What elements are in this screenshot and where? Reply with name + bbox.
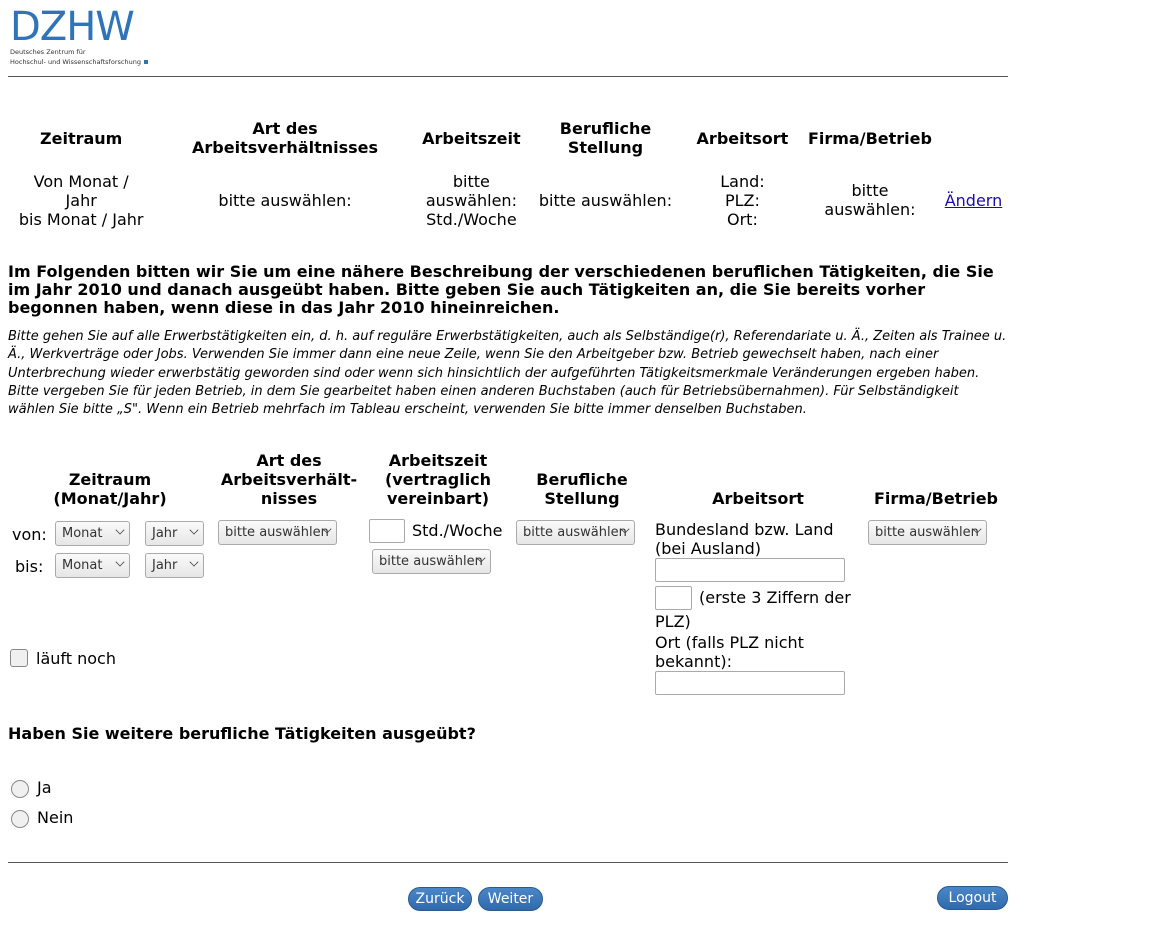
back-button[interactable]: Zurück <box>408 887 472 911</box>
intro-text: Im Folgenden bitten wir Sie um eine nähe… <box>8 262 994 317</box>
summary-head-firma: Firma/Betrieb <box>807 128 932 148</box>
summary-row: Von Monat / Jahr bis Monat / Jahr bitte … <box>8 158 1008 234</box>
hint-paragraph-2: Bitte vergeben Sie für jeden Betrieb, in… <box>8 383 959 418</box>
radio-ja[interactable] <box>11 780 29 798</box>
bis-jahr-select[interactable]: Jahr <box>145 553 204 578</box>
logo-wordmark: DZHW <box>10 4 135 50</box>
summary-head-arbeitsort: Arbeitsort <box>696 128 789 148</box>
radio-nein-label: Nein <box>37 808 74 827</box>
laeuft-noch-checkbox[interactable] <box>10 649 28 667</box>
plz-label-1: (erste 3 Ziffern der <box>699 588 851 607</box>
summary-cell-arbeitsort: Land: PLZ: Ort: <box>720 171 765 229</box>
summary-head-zeitraum: Zeitraum <box>40 128 123 148</box>
logo-subtitle-2: Hochschul- und Wissenschaftsforschung <box>10 58 150 66</box>
summary-cell-firma: bitte auswählen: <box>824 181 916 219</box>
logout-button[interactable]: Logout <box>937 886 1008 910</box>
radio-ja-label: Ja <box>37 778 52 797</box>
summary-cell-stellung: bitte auswählen: <box>538 190 673 210</box>
bundesland-label: Bundesland bzw. Land (bei Ausland) <box>655 520 834 558</box>
plz-input[interactable] <box>655 586 692 610</box>
summary-header-row: Zeitraum Art des Arbeitsverhältnisses Ar… <box>8 118 1008 158</box>
summary-cell-art: bitte auswählen: <box>218 190 352 210</box>
entry-head-arbeitsort: Arbeitsort <box>712 489 804 508</box>
chevron-down-icon <box>189 525 199 535</box>
ort-label: Ort (falls PLZ nicht bekannt): <box>655 633 804 671</box>
entry-head-firma: Firma/Betrieb <box>874 489 998 508</box>
entry-head-stellung: Berufliche Stellung <box>536 470 628 508</box>
summary-head-art: Art des Arbeitsverhältnisses <box>192 119 379 157</box>
laeuft-noch-label: läuft noch <box>36 649 116 668</box>
summary-head-arbeitszeit: Arbeitszeit <box>422 128 521 148</box>
bundesland-input[interactable] <box>655 558 845 582</box>
footer-divider <box>8 862 1008 863</box>
header-divider <box>8 76 1008 77</box>
hint-text: Bitte gehen Sie auf alle Erwerbstätigkei… <box>8 328 1008 419</box>
summary-head-empty <box>939 118 1008 158</box>
von-jahr-select[interactable]: Jahr <box>145 521 204 546</box>
entry-head-zeitraum: Zeitraum (Monat/Jahr) <box>53 470 167 508</box>
von-label: von: <box>12 525 47 544</box>
art-select[interactable]: bitte auswählen <box>218 520 337 545</box>
entry-head-arbeitszeit: Arbeitszeit (vertraglich vereinbart) <box>384 451 492 508</box>
radio-nein[interactable] <box>11 810 29 828</box>
summary-cell-change: Ändern <box>939 158 1008 234</box>
std-woche-input[interactable] <box>369 519 405 543</box>
plz-label-2: PLZ) <box>655 612 691 631</box>
entry-head-art: Art des Arbeitsverhält- nisses <box>220 451 358 508</box>
change-link[interactable]: Ändern <box>945 191 1003 210</box>
ort-input[interactable] <box>655 671 845 695</box>
hint-paragraph-1: Bitte gehen Sie auf alle Erwerbstätigkei… <box>8 329 1007 381</box>
von-monat-select[interactable]: Monat <box>55 521 130 546</box>
chevron-down-icon <box>189 557 199 567</box>
arbeitszeit-select[interactable]: bitte auswählen <box>372 549 491 574</box>
summary-cell-arbeitszeit: bitte auswählen: Std./Woche <box>425 171 517 229</box>
chevron-down-icon <box>115 525 125 535</box>
chevron-down-icon <box>115 557 125 567</box>
summary-table: Zeitraum Art des Arbeitsverhältnisses Ar… <box>8 118 1008 234</box>
question-text: Haben Sie weitere berufliche Tätigkeiten… <box>8 724 476 743</box>
summary-cell-zeitraum: Von Monat / Jahr bis Monat / Jahr <box>18 171 144 229</box>
summary-head-stellung: Berufliche Stellung <box>559 119 652 157</box>
stellung-select[interactable]: bitte auswählen <box>516 520 635 545</box>
next-button[interactable]: Weiter <box>478 887 543 911</box>
firma-select[interactable]: bitte auswählen <box>868 520 987 545</box>
bis-monat-select[interactable]: Monat <box>55 553 130 578</box>
std-woche-label: Std./Woche <box>412 521 503 540</box>
bis-label: bis: <box>15 557 44 576</box>
dzhw-logo: DZHW Deutsches Zentrum für Hochschul- un… <box>10 4 150 68</box>
